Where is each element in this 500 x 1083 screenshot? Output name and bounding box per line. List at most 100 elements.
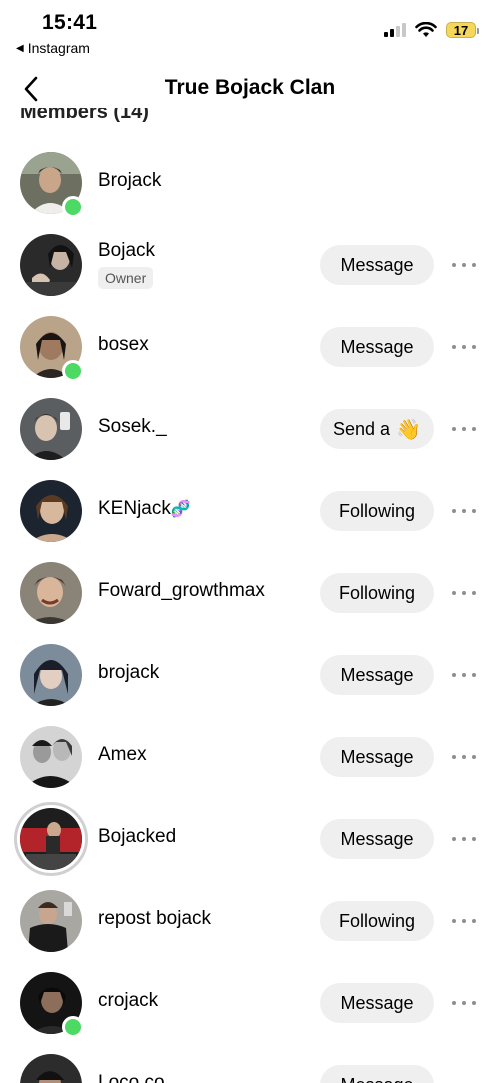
member-info: bosex [98, 334, 149, 356]
message-button[interactable]: Message [320, 737, 434, 777]
message-button[interactable]: Message [320, 1065, 434, 1083]
member-row[interactable]: Loco co Message [0, 1043, 500, 1083]
battery-icon: 17 [446, 22, 479, 38]
more-horizontal-icon [452, 345, 456, 349]
avatar-photo [20, 726, 82, 788]
member-row[interactable]: Brojack [0, 141, 500, 223]
member-info: brojack [98, 662, 159, 684]
member-name: crojack [98, 990, 159, 1011]
avatar-photo [20, 398, 82, 460]
action-button-label: Send a [333, 418, 391, 439]
cellular-signal-icon [384, 23, 406, 37]
send-wave-button[interactable]: Send a 👋 [320, 409, 434, 449]
member-name: KENjack🧬 [98, 498, 191, 519]
message-button[interactable]: Message [320, 983, 434, 1023]
following-button[interactable]: Following [320, 901, 434, 941]
online-status-dot [62, 360, 84, 382]
back-triangle-icon: ◀ [16, 42, 24, 54]
more-horizontal-icon [452, 263, 456, 267]
member-row[interactable]: bosex Message [0, 305, 500, 387]
more-horizontal-icon [452, 837, 456, 841]
back-to-app-link[interactable]: ◀ Instagram [16, 40, 90, 56]
action-button-label: Following [338, 500, 416, 521]
avatar-photo [20, 808, 82, 870]
member-info: Foward_growthmax [98, 580, 265, 602]
action-button-label: Message [340, 828, 414, 849]
member-info: Loco co [98, 1072, 165, 1083]
status-icons: 17 [384, 22, 479, 38]
member-info: repost bojack [98, 908, 211, 930]
member-name: Sosek._ [98, 416, 167, 437]
member-row[interactable]: Sosek._ Send a 👋 [0, 387, 500, 469]
action-button-label: Message [340, 992, 414, 1013]
avatar-photo [20, 890, 82, 952]
more-options-button[interactable] [452, 583, 476, 603]
status-time: 15:41 [42, 11, 98, 34]
avatar-photo [20, 1054, 82, 1083]
more-options-button[interactable] [452, 337, 476, 357]
more-options-button[interactable] [452, 993, 476, 1013]
more-options-button[interactable] [452, 501, 476, 521]
avatar[interactable] [20, 562, 82, 624]
screen: 15:41 ◀ Instagram 17 True Bojack Clan Me… [0, 0, 500, 1083]
more-options-button[interactable] [452, 1075, 476, 1083]
member-row[interactable]: crojack Message [0, 961, 500, 1043]
dna-icon: 🧬 [170, 501, 191, 518]
avatar[interactable] [20, 890, 82, 952]
member-row[interactable]: Amex Message [0, 715, 500, 797]
action-button-label: Message [340, 336, 414, 357]
action-button-label: Message [340, 664, 414, 685]
member-row[interactable]: KENjack🧬 Following [0, 469, 500, 551]
avatar-photo [20, 562, 82, 624]
avatar[interactable] [20, 398, 82, 460]
more-options-button[interactable] [452, 829, 476, 849]
status-bar: 15:41 ◀ Instagram 17 [0, 0, 500, 60]
member-info: Bojack Owner [98, 240, 155, 289]
more-options-button[interactable] [452, 665, 476, 685]
member-name: bosex [98, 334, 149, 355]
avatar-with-story-ring[interactable] [14, 802, 88, 876]
message-button[interactable]: Message [320, 819, 434, 859]
back-app-label: Instagram [27, 40, 90, 56]
more-options-button[interactable] [452, 911, 476, 931]
header: True Bojack Clan [0, 64, 500, 114]
member-name: Loco co [98, 1072, 165, 1083]
more-options-button[interactable] [452, 255, 476, 275]
member-name: Foward_growthmax [98, 580, 265, 601]
action-button-label: Message [340, 254, 414, 275]
more-horizontal-icon [452, 591, 456, 595]
more-horizontal-icon [452, 919, 456, 923]
member-row[interactable]: Foward_growthmax Following [0, 551, 500, 633]
avatar[interactable] [20, 234, 82, 296]
avatar[interactable] [20, 1054, 82, 1083]
member-row[interactable]: Bojacked Message [0, 797, 500, 879]
message-button[interactable]: Message [320, 327, 434, 367]
member-name: brojack [98, 662, 160, 683]
more-options-button[interactable] [452, 747, 476, 767]
more-horizontal-icon [452, 427, 456, 431]
following-button[interactable]: Following [320, 491, 434, 531]
action-button-label: Following [338, 582, 416, 603]
page-title: True Bojack Clan [164, 76, 336, 99]
member-row[interactable]: repost bojack Following [0, 879, 500, 961]
members-count-label: Members (14) [20, 108, 149, 123]
more-horizontal-icon [452, 673, 456, 677]
member-row[interactable]: brojack Message [0, 633, 500, 715]
member-info: Brojack [98, 170, 161, 192]
action-button-label: Following [338, 910, 416, 931]
avatar[interactable] [20, 644, 82, 706]
message-button[interactable]: Message [320, 655, 434, 695]
avatar[interactable] [20, 480, 82, 542]
avatar[interactable] [20, 726, 82, 788]
more-options-button[interactable] [452, 419, 476, 439]
following-button[interactable]: Following [320, 573, 434, 613]
wifi-icon [415, 22, 437, 37]
more-horizontal-icon [452, 509, 456, 513]
member-info: Bojacked [98, 826, 176, 848]
message-button[interactable]: Message [320, 245, 434, 285]
member-list: Brojack Bojack Owner Message bosex Messa… [0, 141, 500, 1083]
more-horizontal-icon [452, 1001, 456, 1005]
owner-badge: Owner [98, 267, 154, 289]
member-row[interactable]: Bojack Owner Message [0, 223, 500, 305]
members-section-header: Members (14) [20, 108, 149, 134]
